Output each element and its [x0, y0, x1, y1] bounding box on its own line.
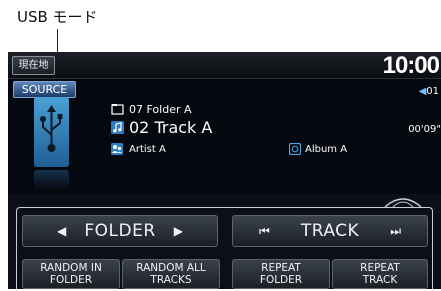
random-in-folder-line2: FOLDER	[49, 274, 93, 286]
folder-name: 07 Folder A	[129, 103, 192, 116]
artist-name: Artist A	[129, 144, 166, 155]
repeat-track-line2: TRACK	[362, 274, 398, 286]
usb-source-tile	[34, 97, 69, 167]
random-in-folder-line1: RANDOM IN	[40, 262, 102, 274]
right-arrow-icon[interactable]: ▶	[174, 224, 183, 238]
artist-icon	[111, 143, 123, 155]
repeat-folder-line2: FOLDER	[259, 274, 303, 286]
skip-forward-icon[interactable]: ⏭	[390, 224, 401, 239]
folder-button[interactable]: ◀ FOLDER ▶	[22, 215, 218, 247]
music-note-icon	[111, 121, 124, 134]
source-button[interactable]: SOURCE	[13, 81, 76, 98]
track-number-value: 01	[426, 86, 439, 97]
repeat-track-button[interactable]: REPEAT TRACK	[332, 259, 428, 289]
random-in-folder-button[interactable]: RANDOM IN FOLDER	[22, 259, 120, 289]
clock: 10:00	[382, 52, 440, 79]
repeat-folder-line1: REPEAT	[261, 262, 301, 274]
elapsed-time: 00'09"	[408, 124, 441, 135]
random-all-tracks-line2: TRACKS	[150, 274, 192, 286]
panel-toggle-tab[interactable]	[383, 193, 423, 207]
usb-tile-reflection	[34, 170, 69, 190]
usb-icon	[40, 105, 63, 152]
album-icon	[289, 143, 301, 155]
repeat-folder-button[interactable]: REPEAT FOLDER	[232, 259, 330, 289]
repeat-track-line1: REPEAT	[360, 262, 400, 274]
top-bar: 現在地 10:00	[8, 52, 441, 79]
track-number: ◀01	[419, 86, 439, 97]
folder-icon	[111, 104, 124, 115]
album-name: Album A	[305, 144, 348, 155]
track-name: 02 Track A	[129, 118, 213, 137]
usb-mode-callout: USB モード	[17, 8, 98, 26]
current-location-button[interactable]: 現在地	[12, 56, 55, 75]
folder-button-label: FOLDER	[84, 221, 156, 241]
audio-screen: 現在地 10:00 SOURCE 07 Folder A 02 Track A …	[8, 52, 441, 289]
random-all-tracks-button[interactable]: RANDOM ALL TRACKS	[122, 259, 220, 289]
random-all-tracks-line1: RANDOM ALL	[136, 262, 206, 274]
track-button[interactable]: ⏮ TRACK ⏭	[232, 215, 428, 247]
